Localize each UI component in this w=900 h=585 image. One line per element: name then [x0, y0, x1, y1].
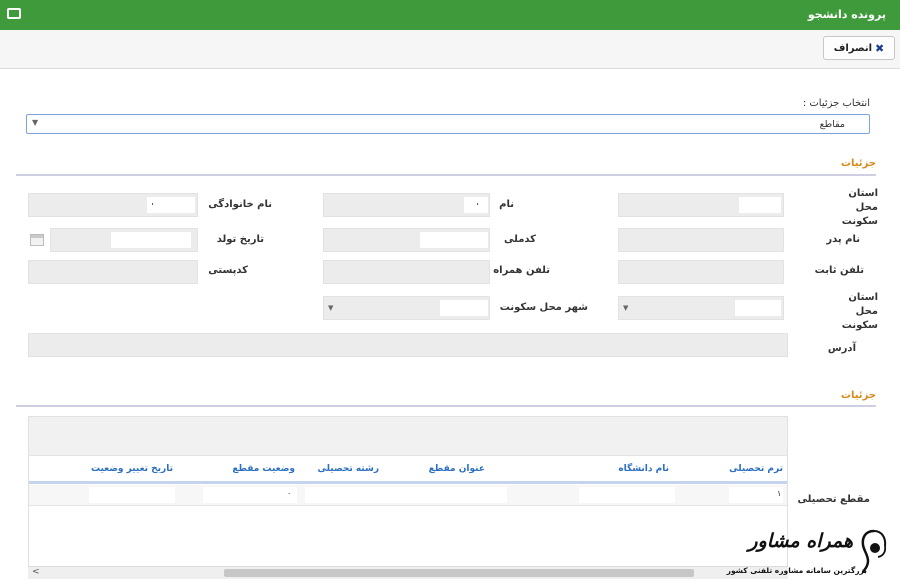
mobile-label: تلفن همراه	[493, 265, 550, 276]
chevron-down-icon: ▼	[623, 304, 629, 312]
city-select[interactable]: ▼	[323, 296, 490, 320]
grid-toolbar	[29, 417, 787, 456]
province-label: استان محل سکونت	[841, 188, 878, 227]
chevron-down-icon: ▼	[32, 118, 39, 127]
column-header-term[interactable]: ترم تحصیلی	[729, 464, 783, 474]
section-title-details: جزئیات	[840, 158, 876, 169]
window-icon[interactable]	[7, 8, 21, 19]
section-title-details-2: جزئیات	[840, 390, 876, 401]
details-select[interactable]: مقاطع ▼	[26, 114, 870, 134]
calendar-icon[interactable]	[30, 234, 44, 246]
section-divider	[16, 405, 876, 407]
postal-code-field[interactable]	[28, 260, 198, 284]
chevron-down-icon: ▼	[328, 304, 334, 312]
phone-field[interactable]	[618, 260, 784, 284]
birth-date-label: تاریخ تولد	[216, 234, 264, 245]
address-label: آدرس	[827, 343, 856, 354]
scrollbar-thumb[interactable]	[224, 569, 694, 577]
first-name-value: ،	[476, 198, 479, 208]
degree-grid: ترم تحصیلی نام دانشگاه عنوان مقطع رشته ت…	[28, 416, 788, 578]
national-code-label: کدملی	[504, 234, 536, 245]
city-label: شهر محل سکونت	[499, 302, 588, 313]
phone-label: تلفن ثابت	[814, 265, 864, 276]
first-name-field[interactable]: ،	[323, 193, 490, 217]
chevron-left-icon[interactable]: <	[32, 567, 40, 577]
section-divider	[16, 174, 876, 176]
watermark-title: همراه مشاور	[748, 530, 853, 552]
toolbar: ✖ انصراف	[0, 30, 900, 69]
watermark-logo: همراه مشاور بزرگترین سامانه مشاوره تلفنی…	[727, 528, 895, 583]
cell-term: ۱	[777, 489, 782, 498]
column-header-status-date[interactable]: تاریخ تغییر وضعیت	[91, 464, 173, 474]
horizontal-scrollbar[interactable]: <	[28, 566, 788, 579]
father-name-field[interactable]	[618, 228, 784, 252]
grid-side-label: مقطع تحصیلی	[797, 494, 870, 505]
address-field[interactable]	[28, 333, 788, 357]
national-code-field[interactable]	[323, 228, 490, 252]
cell-status: ۰	[287, 489, 292, 498]
province-select[interactable]: ▼	[618, 296, 784, 320]
father-name-label: نام پدر	[826, 234, 860, 245]
postal-code-label: کدپستی	[208, 265, 248, 276]
cancel-button[interactable]: ✖ انصراف	[823, 36, 895, 60]
table-row[interactable]: ۱ ۰	[29, 485, 787, 506]
column-header-field[interactable]: رشته تحصیلی	[318, 464, 379, 474]
last-name-label: نام خانوادگی	[208, 199, 272, 210]
province2-label: استان محل سکونت	[841, 292, 878, 331]
title-bar: پرونده دانشجو	[0, 0, 900, 30]
last-name-value: ،	[151, 198, 154, 208]
birth-date-field[interactable]	[50, 228, 198, 252]
mobile-field[interactable]	[323, 260, 490, 284]
close-icon: ✖	[875, 41, 885, 55]
column-header-university[interactable]: نام دانشگاه	[618, 464, 669, 474]
province-field[interactable]	[618, 193, 784, 217]
column-header-degree-title[interactable]: عنوان مقطع	[429, 464, 485, 474]
column-header-status[interactable]: وضعیت مقطع	[232, 464, 295, 474]
cancel-button-label: انصراف	[833, 42, 873, 54]
window-title: پرونده دانشجو	[807, 8, 886, 21]
last-name-field[interactable]: ،	[28, 193, 198, 217]
first-name-label: نام	[499, 199, 514, 210]
grid-header-divider	[29, 481, 787, 484]
details-select-value: مقاطع	[819, 119, 845, 130]
watermark-subtitle: بزرگترین سامانه مشاوره تلفنی کشور	[726, 566, 867, 575]
details-select-label: انتخاب جزئیات :	[802, 98, 870, 109]
